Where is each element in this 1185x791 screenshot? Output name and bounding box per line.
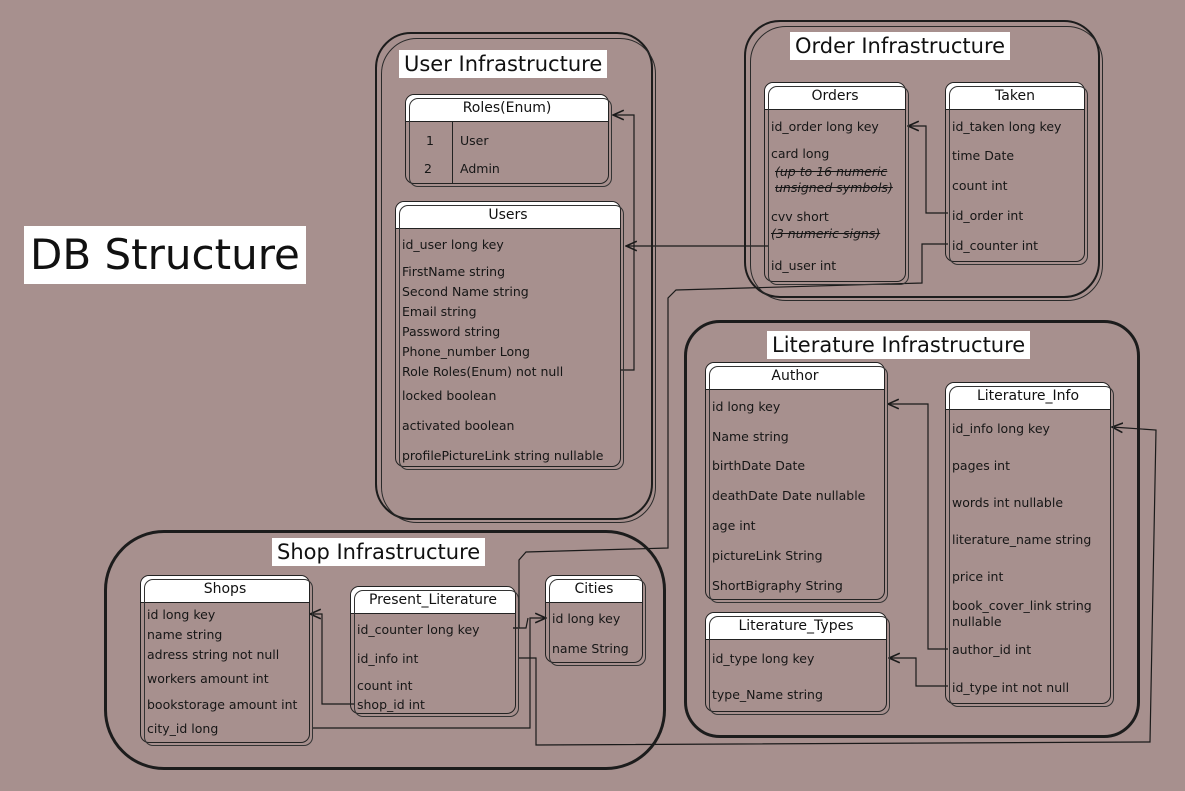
author-field: Name string xyxy=(712,429,789,444)
author-field: ShortBigraphy String xyxy=(712,578,843,593)
literature-info-table-header: Literature_Info xyxy=(946,383,1110,410)
cities-table: Cities id long key name String xyxy=(545,575,646,666)
taken-field: id_taken long key xyxy=(952,119,1062,134)
author-field: id long key xyxy=(712,399,781,414)
literature-types-table: Literature_Types id_type long key type_N… xyxy=(705,612,890,715)
orders-field: id_order long key xyxy=(771,119,879,134)
present-literature-field: count int xyxy=(357,678,413,693)
cities-field: id long key xyxy=(552,611,621,626)
users-field: Second Name string xyxy=(402,284,529,299)
shops-field: id long key xyxy=(147,607,216,622)
present-literature-field: id_info int xyxy=(357,651,419,666)
literature-types-field: id_type long key xyxy=(712,651,815,666)
literature-info-field: book_cover_link string xyxy=(952,598,1092,613)
literature-info-field: words int nullable xyxy=(952,495,1064,510)
shop-infrastructure-title: Shop Infrastructure xyxy=(272,538,486,566)
roles-row-num: 2 xyxy=(424,161,432,176)
cities-field: name String xyxy=(552,641,629,656)
literature-info-field: id_type int not null xyxy=(952,680,1070,695)
present-literature-field: id_counter long key xyxy=(357,622,480,637)
present-literature-table-header: Present_Literature xyxy=(351,587,515,614)
roles-table-header: Roles(Enum) xyxy=(406,95,608,122)
literature-info-field: nullable xyxy=(952,614,1002,629)
users-field: activated boolean xyxy=(402,418,515,433)
orders-field: cvv short xyxy=(771,209,829,224)
shops-field: bookstorage amount int xyxy=(147,697,298,712)
literature-types-field: type_Name string xyxy=(712,687,823,702)
cities-table-header: Cities xyxy=(546,576,642,603)
orders-field-note: unsigned symbols) xyxy=(775,180,893,195)
orders-field: card long xyxy=(771,146,830,161)
users-table: Users id_user long key FirstName string … xyxy=(395,201,624,470)
taken-table: Taken id_taken long key time Date count … xyxy=(945,82,1088,265)
orders-table: Orders id_order long key card long (up t… xyxy=(764,82,909,285)
users-field: Role Roles(Enum) not null xyxy=(402,364,564,379)
author-table-header: Author xyxy=(706,363,884,390)
literature-infrastructure-title: Literature Infrastructure xyxy=(767,331,1031,359)
users-field: Phone_number Long xyxy=(402,344,530,359)
shops-field: workers amount int xyxy=(147,671,269,686)
roles-row-num: 1 xyxy=(426,133,434,148)
present-literature-field: shop_id int xyxy=(357,697,425,712)
users-field: locked boolean xyxy=(402,388,497,403)
literature-info-field: pages int xyxy=(952,458,1011,473)
order-infrastructure-title: Order Infrastructure xyxy=(790,32,1011,60)
literature-types-table-header: Literature_Types xyxy=(706,613,886,640)
present-literature-table: Present_Literature id_counter long key i… xyxy=(350,586,519,717)
shops-field: adress string not null xyxy=(147,647,280,662)
orders-table-header: Orders xyxy=(765,83,905,110)
literature-info-field: literature_name string xyxy=(952,532,1092,547)
literature-info-field: id_info long key xyxy=(952,421,1050,436)
taken-field: count int xyxy=(952,178,1008,193)
author-field: birthDate Date xyxy=(712,458,806,473)
user-infrastructure-title: User Infrastructure xyxy=(399,50,608,78)
users-field: FirstName string xyxy=(402,264,506,279)
shops-field: name string xyxy=(147,627,223,642)
literature-info-field: author_id int xyxy=(952,642,1032,657)
taken-field: id_order int xyxy=(952,208,1024,223)
users-field: Email string xyxy=(402,304,477,319)
shops-table: Shops id long key name string adress str… xyxy=(140,575,313,746)
orders-field-note: (3 numeric signs) xyxy=(771,226,881,241)
users-field: Password string xyxy=(402,324,501,339)
shops-table-header: Shops xyxy=(141,576,309,603)
taken-table-header: Taken xyxy=(946,83,1084,110)
roles-row-label: Admin xyxy=(460,161,500,176)
page-title: DB Structure xyxy=(24,226,306,284)
users-table-header: Users xyxy=(396,202,620,229)
roles-row-label: User xyxy=(460,133,489,148)
author-field: age int xyxy=(712,518,756,533)
roles-table: Roles(Enum) 1 User 2 Admin xyxy=(405,94,612,187)
author-field: deathDate Date nullable xyxy=(712,488,866,503)
orders-field: id_user int xyxy=(771,258,837,273)
taken-field: id_counter int xyxy=(952,238,1039,253)
literature-info-table: Literature_Info id_info long key pages i… xyxy=(945,382,1114,707)
taken-field: time Date xyxy=(952,148,1015,163)
shops-field: city_id long xyxy=(147,721,219,736)
author-table: Author id long key Name string birthDate… xyxy=(705,362,888,603)
author-field: pictureLink String xyxy=(712,548,823,563)
orders-field-note: (up to 16 numeric xyxy=(775,164,888,179)
literature-info-field: price int xyxy=(952,569,1004,584)
users-field: id_user long key xyxy=(402,237,504,252)
users-field: profilePictureLink string nullable xyxy=(402,448,604,463)
